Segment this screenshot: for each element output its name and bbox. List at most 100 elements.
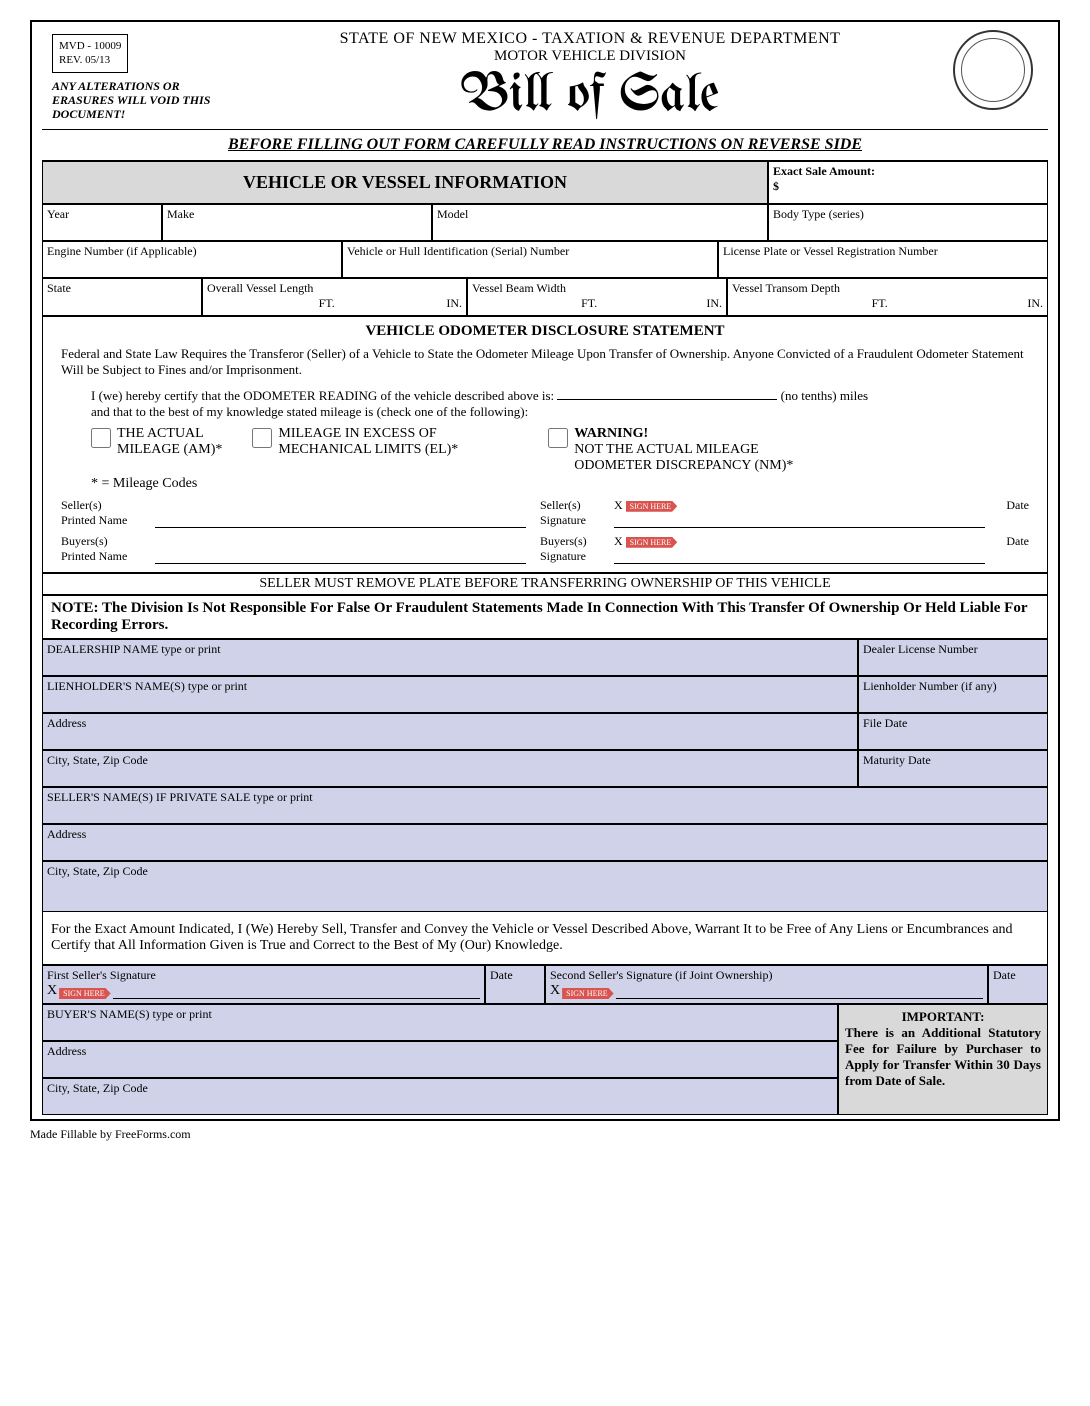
- model-label: Model: [437, 207, 763, 222]
- file-date-input[interactable]: [863, 731, 1043, 745]
- state-seal-icon: [953, 30, 1033, 110]
- mileage-excess-option[interactable]: MILEAGE IN EXCESS OFMECHANICAL LIMITS (E…: [252, 426, 458, 474]
- transom-in-input[interactable]: [888, 296, 1028, 311]
- in-label: IN.: [1027, 296, 1043, 311]
- in-label: IN.: [446, 296, 462, 311]
- buyer-sig-label: Buyers(s) Signature: [540, 534, 600, 564]
- seller-sig-input[interactable]: X SIGN HERE: [614, 498, 985, 528]
- beam-in-input[interactable]: [597, 296, 706, 311]
- seller-printed-label: Seller(s) Printed Name: [61, 498, 141, 528]
- sale-amount-input[interactable]: [783, 179, 1043, 194]
- make-input[interactable]: [167, 222, 427, 236]
- seller-name-label: SELLER'S NAME(S) IF PRIVATE SALE type or…: [47, 790, 313, 804]
- plate-input[interactable]: [723, 259, 1043, 273]
- mileage-excess-checkbox[interactable]: [252, 428, 272, 448]
- engine-label: Engine Number (if Applicable): [47, 244, 337, 259]
- opt1a: THE ACTUAL: [117, 426, 204, 441]
- body-type-input[interactable]: [773, 222, 1043, 236]
- page-title: Bill of Sale: [242, 69, 938, 123]
- odometer-certify-post: (no tenths) miles: [781, 388, 868, 403]
- first-date-label: Date: [490, 968, 513, 982]
- lien-no-label: Lienholder Number (if any): [863, 679, 997, 693]
- important-box: IMPORTANT: There is an Additional Statut…: [838, 1004, 1048, 1115]
- seller-name-input[interactable]: [47, 805, 1043, 819]
- second-date-label: Date: [993, 968, 1016, 982]
- odometer-reading-input[interactable]: [557, 388, 777, 400]
- dealer-lic-input[interactable]: [863, 657, 1043, 671]
- buyer-csz-label: City, State, Zip Code: [47, 1081, 148, 1095]
- opt3c: ODOMETER DISCREPANCY (NM)*: [574, 458, 793, 473]
- instruction-band: BEFORE FILLING OUT FORM CAREFULLY READ I…: [42, 129, 1048, 161]
- lien-csz-input[interactable]: [47, 768, 853, 782]
- beam-label: Vessel Beam Width: [472, 281, 722, 296]
- seller-address-input[interactable]: [47, 842, 1043, 856]
- maturity-label: Maturity Date: [863, 753, 931, 767]
- seller-date-label: Date: [999, 498, 1029, 528]
- buyer-address-label: Address: [47, 1044, 86, 1058]
- mileage-codes-note: * = Mileage Codes: [91, 476, 1029, 492]
- convey-statement: For the Exact Amount Indicated, I (We) H…: [42, 912, 1048, 965]
- transom-label: Vessel Transom Depth: [732, 281, 1043, 296]
- division-line: MOTOR VEHICLE DIVISION: [242, 48, 938, 65]
- model-input[interactable]: [437, 222, 763, 236]
- length-ft-input[interactable]: [207, 296, 319, 311]
- form-rev: REV. 05/13: [59, 54, 110, 66]
- important-heading: IMPORTANT:: [845, 1009, 1041, 1025]
- lienholder-label: LIENHOLDER'S NAME(S) type or print: [47, 679, 247, 693]
- buyer-name-label: BUYER'S NAME(S) type or print: [47, 1007, 212, 1021]
- transom-ft-input[interactable]: [732, 296, 872, 311]
- buyer-name-input[interactable]: [47, 1022, 833, 1036]
- year-input[interactable]: [47, 222, 157, 236]
- odometer-law: Federal and State Law Requires the Trans…: [61, 346, 1029, 378]
- in-label: IN.: [706, 296, 722, 311]
- mileage-warning-option[interactable]: WARNING!NOT THE ACTUAL MILEAGEODOMETER D…: [548, 426, 793, 474]
- seller-printed-input[interactable]: [155, 498, 526, 528]
- instruction-text: BEFORE FILLING OUT FORM CAREFULLY READ I…: [228, 136, 862, 153]
- state-input[interactable]: [47, 296, 197, 310]
- mileage-actual-option[interactable]: THE ACTUALMILEAGE (AM)*: [91, 426, 222, 474]
- vin-input[interactable]: [347, 259, 713, 273]
- ft-label: FT.: [581, 296, 597, 311]
- lien-address-input[interactable]: [47, 731, 853, 745]
- opt2a: MILEAGE IN EXCESS OF: [278, 426, 436, 441]
- vehicle-info-heading: VEHICLE OR VESSEL INFORMATION: [42, 161, 768, 204]
- second-seller-sig-input[interactable]: [616, 985, 983, 999]
- beam-ft-input[interactable]: [472, 296, 581, 311]
- first-seller-sig-input[interactable]: [113, 985, 480, 999]
- footer-credit: Made Fillable by FreeForms.com: [30, 1127, 1060, 1142]
- sign-here-tag: SIGN HERE: [562, 988, 614, 999]
- opt2b: MECHANICAL LIMITS (EL)*: [278, 442, 458, 457]
- form-header: MVD - 10009 REV. 05/13 ANY ALTERATIONS O…: [42, 30, 1048, 123]
- odometer-certify-pre: I (we) hereby certify that the ODOMETER …: [91, 388, 554, 403]
- length-in-input[interactable]: [335, 296, 447, 311]
- sign-here-tag: SIGN HERE: [626, 501, 678, 512]
- buyer-address-input[interactable]: [47, 1059, 833, 1073]
- lien-csz-label: City, State, Zip Code: [47, 753, 148, 767]
- buyer-printed-input[interactable]: [155, 534, 526, 564]
- dealership-label: DEALERSHIP NAME type or print: [47, 642, 221, 656]
- dealership-input[interactable]: [47, 657, 853, 671]
- mileage-warning-checkbox[interactable]: [548, 428, 568, 448]
- buyer-csz-input[interactable]: [47, 1096, 833, 1110]
- second-seller-sig-label: Second Seller's Signature (if Joint Owne…: [550, 968, 772, 982]
- dealer-lic-label: Dealer License Number: [863, 642, 978, 656]
- lien-no-input[interactable]: [863, 694, 1043, 708]
- buyer-printed-label: Buyers(s) Printed Name: [61, 534, 141, 564]
- ft-label: FT.: [319, 296, 335, 311]
- sign-here-tag: SIGN HERE: [59, 988, 111, 999]
- form-number: MVD - 10009: [59, 40, 121, 52]
- maturity-input[interactable]: [863, 768, 1043, 782]
- plate-label: License Plate or Vessel Registration Num…: [723, 244, 1043, 259]
- opt3a: WARNING!: [574, 426, 648, 441]
- seller-csz-input[interactable]: [47, 879, 1043, 907]
- lienholder-input[interactable]: [47, 694, 853, 708]
- important-body: There is an Additional Statutory Fee for…: [845, 1025, 1041, 1089]
- division-note: NOTE: The Division Is Not Responsible Fo…: [42, 595, 1048, 639]
- opt3b: NOT THE ACTUAL MILEAGE: [574, 442, 758, 457]
- lien-address-label: Address: [47, 716, 86, 730]
- mileage-actual-checkbox[interactable]: [91, 428, 111, 448]
- engine-input[interactable]: [47, 259, 337, 273]
- buyer-sig-input[interactable]: X SIGN HERE: [614, 534, 985, 564]
- odometer-certify-line2: and that to the best of my knowledge sta…: [91, 404, 528, 419]
- seller-address-label: Address: [47, 827, 86, 841]
